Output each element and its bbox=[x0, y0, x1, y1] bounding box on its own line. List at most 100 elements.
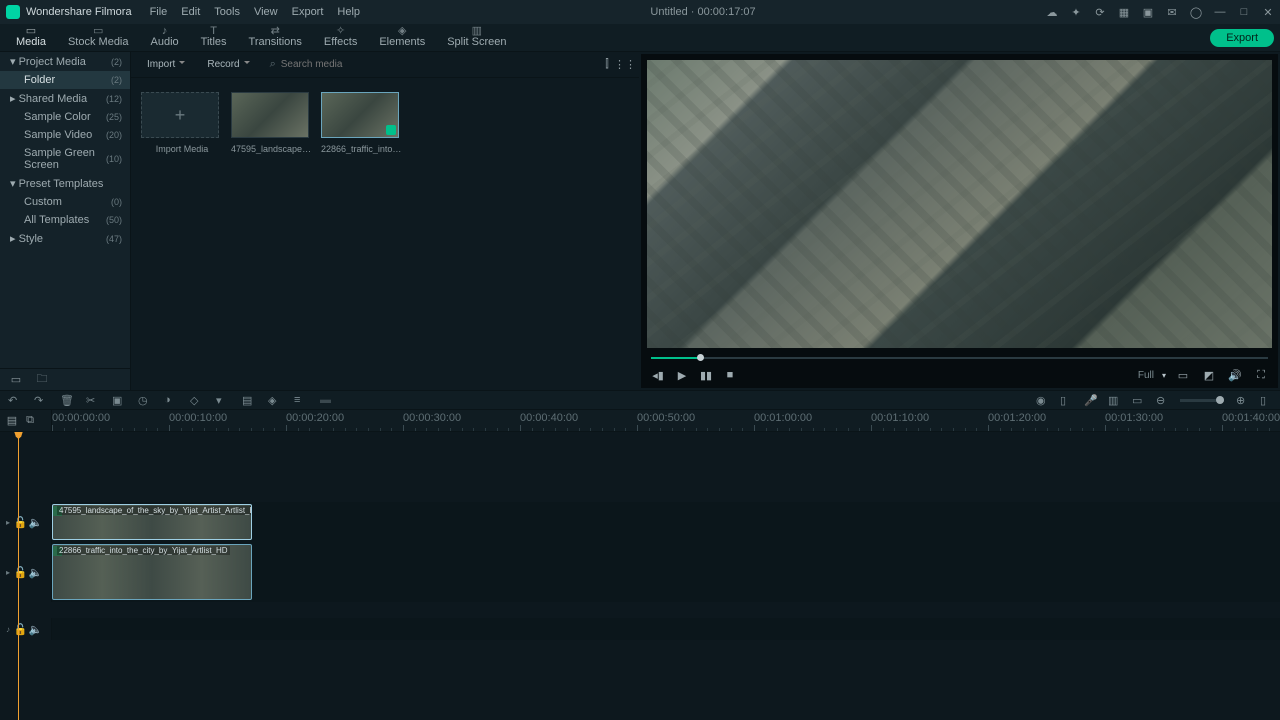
project-tree-panel: ▾ Project Media(2)Folder(2)▸ Shared Medi… bbox=[0, 52, 131, 390]
tab-effects[interactable]: ✧Effects bbox=[314, 21, 367, 55]
playhead[interactable] bbox=[18, 432, 19, 720]
menu-edit[interactable]: Edit bbox=[181, 6, 200, 18]
timeline-clip[interactable]: 22866_traffic_into_the_city_by_Yijat_Art… bbox=[52, 544, 252, 600]
tree-node-project-media[interactable]: ▾ Project Media(2) bbox=[0, 52, 130, 71]
search-icon: ⌕ bbox=[270, 58, 276, 71]
split-view-icon[interactable]: ▥ bbox=[1108, 394, 1120, 406]
mute-icon[interactable]: 🔈 bbox=[31, 516, 40, 528]
tab-titles[interactable]: TTitles bbox=[191, 21, 237, 55]
timeline-clip[interactable]: 47595_landscape_of_the_sky_by_Yijat_Arti… bbox=[52, 504, 252, 540]
mail-icon[interactable]: ✉ bbox=[1166, 6, 1178, 18]
ribbon: ▭Media ▭Stock Media ♪Audio TTitles ⇄Tran… bbox=[0, 24, 1280, 52]
grid-icon[interactable]: ▦ bbox=[1118, 6, 1130, 18]
audio-track-1: ♪ 🔓 🔈 bbox=[0, 618, 1280, 640]
menu-view[interactable]: View bbox=[254, 6, 278, 18]
cart-icon[interactable]: ▣ bbox=[1142, 6, 1154, 18]
media-item-1[interactable]: 47595_landscape_of_... bbox=[231, 92, 313, 154]
zoom-slider[interactable] bbox=[1180, 399, 1224, 402]
pause-button[interactable]: ▮▮ bbox=[697, 366, 715, 384]
play-button[interactable]: ▶ bbox=[673, 366, 691, 384]
tree-node-preset-templates[interactable]: ▾ Preset Templates bbox=[0, 174, 130, 193]
crop-icon[interactable]: ▣ bbox=[112, 394, 124, 406]
export-button[interactable]: Export bbox=[1210, 29, 1274, 47]
import-dropdown[interactable]: Import bbox=[139, 57, 193, 72]
mute-icon[interactable]: 🔈 bbox=[31, 623, 40, 635]
track-icon[interactable]: ▤ bbox=[242, 394, 254, 406]
cloud-icon[interactable]: ☁ bbox=[1046, 6, 1058, 18]
tree-node-style[interactable]: ▸ Style(47) bbox=[0, 229, 130, 248]
mute-icon[interactable]: 🔈 bbox=[31, 566, 40, 578]
record-dropdown[interactable]: Record bbox=[199, 57, 257, 72]
menu-tools[interactable]: Tools bbox=[214, 6, 240, 18]
preview-panel: 00:00:01:13 ◂▮ ▶ ▮▮ ■ Full ▾ ▭ ◩ 🔊 ⛶ bbox=[641, 54, 1278, 388]
tab-split-screen[interactable]: ▥Split Screen bbox=[437, 21, 516, 55]
tab-media[interactable]: ▭Media bbox=[6, 21, 56, 55]
menu-bar: File Edit Tools View Export Help bbox=[150, 6, 360, 18]
marker-icon[interactable]: ▾ bbox=[216, 394, 228, 406]
tab-stock-media[interactable]: ▭Stock Media bbox=[58, 21, 139, 55]
app-name: Wondershare Filmora bbox=[26, 6, 132, 18]
app-logo bbox=[6, 5, 20, 19]
display-icon[interactable]: ▭ bbox=[1174, 366, 1192, 384]
media-item-2[interactable]: 22866_traffic_into_th... bbox=[321, 92, 403, 154]
tree-node-custom[interactable]: Custom(0) bbox=[0, 193, 130, 211]
account-icon[interactable]: ◯ bbox=[1190, 6, 1202, 18]
mic-icon[interactable]: 🎤 bbox=[1084, 394, 1096, 406]
video-track-1: ▸ 🔓 🔈 22866_traffic_into_the_city_by_Yij… bbox=[0, 542, 1280, 602]
minimize-icon[interactable]: — bbox=[1214, 6, 1226, 18]
tab-transitions[interactable]: ⇄Transitions bbox=[239, 21, 312, 55]
grid-view-icon[interactable]: ⋮⋮ bbox=[619, 59, 631, 71]
zoom-in-icon[interactable]: ⊕ bbox=[1236, 394, 1248, 406]
tab-audio[interactable]: ♪Audio bbox=[141, 21, 189, 55]
tracks-area: ▸ 🔓 🔈 47595_landscape_of_the_sky_by_Yija… bbox=[0, 432, 1280, 720]
menu-help[interactable]: Help bbox=[337, 6, 360, 18]
color-icon[interactable]: ◑ bbox=[164, 394, 176, 406]
tree-node-sample-color[interactable]: Sample Color(25) bbox=[0, 108, 130, 126]
undo-icon[interactable]: ↶ bbox=[8, 394, 20, 406]
record-vo-icon[interactable]: ◉ bbox=[1036, 394, 1048, 406]
cut-icon[interactable]: ✂ bbox=[86, 394, 98, 406]
maximize-icon[interactable]: □ bbox=[1238, 6, 1250, 18]
keyframe-icon[interactable]: ◇ bbox=[190, 394, 202, 406]
refresh-icon[interactable]: ⟳ bbox=[1094, 6, 1106, 18]
tree-node-sample-green-screen[interactable]: Sample Green Screen(10) bbox=[0, 144, 130, 174]
snap-icon[interactable]: ▭ bbox=[1132, 394, 1144, 406]
tab-elements[interactable]: ◈Elements bbox=[369, 21, 435, 55]
redo-icon[interactable]: ↷ bbox=[34, 394, 46, 406]
prev-frame-button[interactable]: ◂▮ bbox=[649, 366, 667, 384]
close-icon[interactable]: ✕ bbox=[1262, 6, 1274, 18]
magnet-icon[interactable]: ⧉ bbox=[24, 415, 36, 427]
preview-video[interactable] bbox=[647, 60, 1272, 348]
media-item-0[interactable]: +Import Media bbox=[141, 92, 223, 154]
ruler-options-icon[interactable]: ▤ bbox=[6, 415, 18, 427]
chevron-down-icon[interactable]: ▾ bbox=[1162, 371, 1166, 380]
preview-scrubber[interactable]: 00:00:01:13 bbox=[651, 354, 1268, 362]
snapshot-icon[interactable]: ◩ bbox=[1200, 366, 1218, 384]
speed-icon[interactable]: ◷ bbox=[138, 394, 150, 406]
more-icon[interactable]: ≡ bbox=[294, 394, 306, 406]
render-icon[interactable]: ▬ bbox=[320, 394, 332, 406]
fit-icon[interactable]: ▯ bbox=[1260, 394, 1272, 406]
search-input[interactable] bbox=[281, 59, 589, 70]
fullscreen-icon[interactable]: ⛶ bbox=[1252, 366, 1270, 384]
mixer-icon[interactable]: ▯ bbox=[1060, 394, 1072, 406]
delete-icon[interactable]: 🗑 bbox=[60, 394, 72, 406]
tree-node-shared-media[interactable]: ▸ Shared Media(12) bbox=[0, 89, 130, 108]
tree-node-sample-video[interactable]: Sample Video(20) bbox=[0, 126, 130, 144]
menu-file[interactable]: File bbox=[150, 6, 168, 18]
zoom-out-icon[interactable]: ⊖ bbox=[1156, 394, 1168, 406]
volume-icon[interactable]: 🔊 bbox=[1226, 366, 1244, 384]
workbench: ▾ Project Media(2)Folder(2)▸ Shared Medi… bbox=[0, 52, 1280, 390]
new-folder-icon[interactable]: ▭ bbox=[10, 374, 22, 386]
folder-icon[interactable]: 🗀 bbox=[36, 374, 48, 386]
search-media[interactable]: ⌕ bbox=[264, 56, 595, 73]
stop-button[interactable]: ■ bbox=[721, 366, 739, 384]
sparkle-icon[interactable]: ✦ bbox=[1070, 6, 1082, 18]
tree-node-folder[interactable]: Folder(2) bbox=[0, 71, 130, 89]
filter-icon[interactable]: ⫿ bbox=[601, 59, 613, 71]
menu-export[interactable]: Export bbox=[292, 6, 324, 18]
tree-node-all-templates[interactable]: All Templates(50) bbox=[0, 211, 130, 229]
playback-mode[interactable]: Full bbox=[1138, 370, 1154, 381]
tag-icon[interactable]: ◈ bbox=[268, 394, 280, 406]
time-ruler[interactable]: ▤ ⧉ 00:00:00:0000:00:10:0000:00:20:0000:… bbox=[0, 410, 1280, 432]
